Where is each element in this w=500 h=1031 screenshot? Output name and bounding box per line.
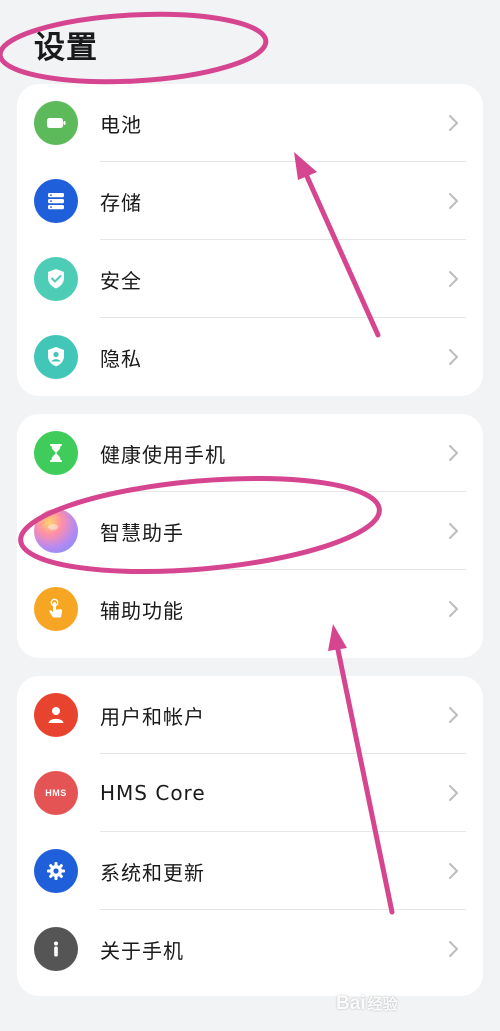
settings-page: 设置 电池 存储 安全 隐私 健康使用手机 智慧助手 辅助功能 用户和帐户 HM… (0, 0, 500, 1031)
hand-touch-icon (34, 587, 78, 631)
settings-item-privacy[interactable]: 隐私 (17, 318, 483, 396)
watermark: Bai 经验 (332, 987, 482, 1023)
chevron-right-icon (449, 349, 458, 365)
shield-icon (34, 257, 78, 301)
battery-icon (34, 101, 78, 145)
settings-group-device: 电池 存储 安全 隐私 (17, 84, 483, 396)
chevron-right-icon (449, 271, 458, 287)
settings-item-system-update[interactable]: 系统和更新 (17, 832, 483, 910)
settings-item-label: 用户和帐户 (100, 704, 205, 729)
watermark-text: Bai 经验 (336, 993, 398, 1014)
chevron-right-icon (449, 445, 458, 461)
chevron-right-icon (449, 707, 458, 723)
chevron-right-icon (449, 785, 458, 801)
settings-item-smart-assistant[interactable]: 智慧助手 (17, 492, 483, 570)
chevron-right-icon (449, 115, 458, 131)
hms-icon-text: HMS (45, 788, 67, 798)
hms-icon: HMS (34, 771, 78, 815)
user-icon (34, 693, 78, 737)
settings-item-security[interactable]: 安全 (17, 240, 483, 318)
settings-item-about-phone[interactable]: 关于手机 (17, 910, 483, 988)
settings-item-label: HMS Core (100, 781, 206, 805)
settings-item-label: 健康使用手机 (100, 442, 226, 467)
assistant-orb-icon (34, 509, 78, 553)
settings-item-label: 电池 (100, 112, 142, 137)
privacy-icon (34, 335, 78, 379)
chevron-right-icon (449, 863, 458, 879)
settings-item-battery[interactable]: 电池 (17, 84, 483, 162)
gear-icon (34, 849, 78, 893)
settings-item-digital-balance[interactable]: 健康使用手机 (17, 414, 483, 492)
settings-item-label: 智慧助手 (100, 520, 184, 545)
settings-group-system: 用户和帐户 HMS HMS Core 系统和更新 关于手机 (17, 676, 483, 996)
chevron-right-icon (449, 601, 458, 617)
info-icon (34, 927, 78, 971)
settings-item-label: 系统和更新 (100, 860, 205, 885)
settings-item-label: 辅助功能 (100, 598, 184, 623)
chevron-right-icon (449, 941, 458, 957)
settings-item-storage[interactable]: 存储 (17, 162, 483, 240)
chevron-right-icon (449, 193, 458, 209)
page-title: 设置 (34, 30, 98, 66)
hourglass-icon (34, 431, 78, 475)
settings-item-accessibility[interactable]: 辅助功能 (17, 570, 483, 648)
settings-item-hms-core[interactable]: HMS HMS Core (17, 754, 483, 832)
settings-item-label: 存储 (100, 190, 142, 215)
storage-icon (34, 179, 78, 223)
settings-item-label: 关于手机 (100, 938, 184, 963)
settings-item-label: 安全 (100, 268, 142, 293)
chevron-right-icon (449, 523, 458, 539)
settings-group-assist: 健康使用手机 智慧助手 辅助功能 (17, 414, 483, 658)
settings-item-label: 隐私 (100, 346, 142, 371)
settings-item-users-accounts[interactable]: 用户和帐户 (17, 676, 483, 754)
